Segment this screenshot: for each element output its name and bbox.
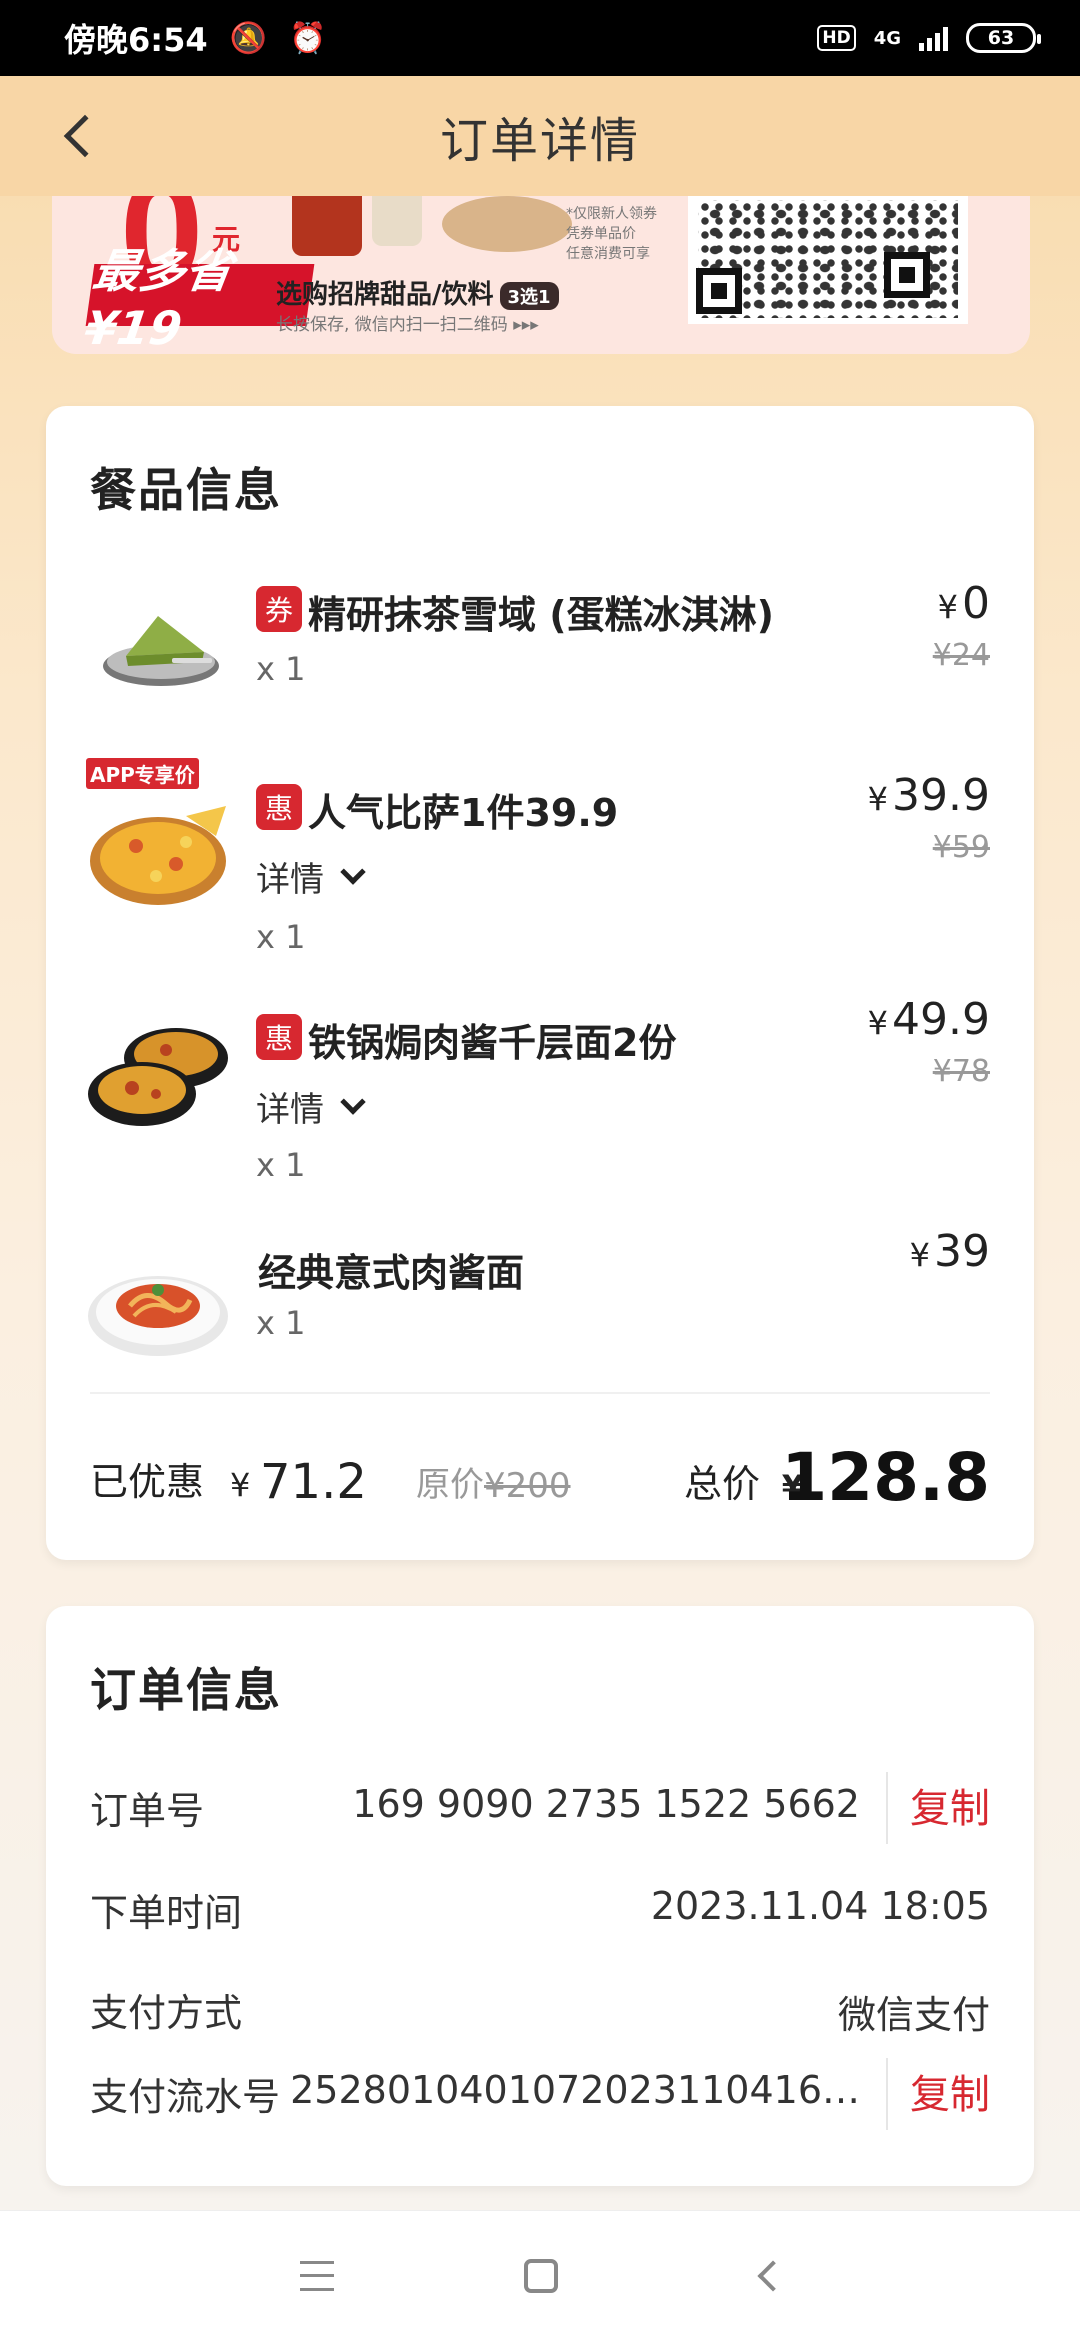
pasta-image: [88, 1276, 228, 1356]
app-exclusive-tag: APP专享价: [86, 758, 199, 789]
food-item-quantity: x 1: [256, 1146, 306, 1184]
promo-sub-text: 长按保存, 微信内扫一扫二维码 ▸▸▸: [276, 315, 539, 335]
matcha-cake-image: [103, 616, 219, 686]
battery-level: 63: [987, 27, 1015, 49]
divider: [90, 1392, 990, 1394]
food-item-price: ¥49.9: [867, 994, 990, 1045]
status-time: 傍晚6:54: [64, 21, 208, 59]
promo-dessert-image: [272, 196, 592, 268]
discount-label: 已优惠: [90, 1460, 205, 1504]
food-item-price: ¥39.9: [867, 770, 990, 821]
food-item[interactable]: 惠 铁锅焗肉酱千层面2份 详情 x 1 ¥49.9 ¥78: [46, 994, 1034, 1196]
chevron-down-icon: [340, 858, 366, 885]
back-arrow-icon: [63, 114, 107, 158]
detail-toggle[interactable]: 详情: [256, 1082, 366, 1131]
food-item-price: ¥39: [909, 1226, 990, 1277]
food-item: 券 精研抹茶雪域 (蛋糕冰淇淋) x 1 ¥0 ¥24: [46, 566, 1034, 716]
lasagna-image: [88, 1028, 228, 1126]
promo-banner[interactable]: 0 元 最多省¥19 选购招牌甜品/饮料 3选1 长按保存, 微信内扫一扫二维码 …: [52, 196, 1030, 354]
home-icon[interactable]: [524, 2259, 558, 2293]
page-title: 订单详情: [439, 113, 640, 169]
order-time-value: 2023.11.04 18:05: [650, 1884, 990, 1928]
promo-main-text: 选购招牌甜品/饮料 3选1: [276, 274, 559, 311]
order-number-value: 169 9090 2735 1522 5662: [352, 1782, 860, 1826]
promo-note: *仅限新人领券 凭券单品价 任意消费可享: [566, 206, 657, 262]
total-label: 总价: [683, 1462, 760, 1506]
food-item-original-price: ¥78: [932, 1054, 990, 1089]
back-button[interactable]: [56, 106, 116, 166]
order-time-row: 下单时间 2023.11.04 18:05: [90, 1874, 990, 1944]
discount-value: 71.2: [260, 1454, 367, 1510]
network-type: 4G: [873, 27, 901, 49]
order-time-label: 下单时间: [90, 1891, 243, 1935]
pay-serial-label: 支付流水号: [90, 2075, 281, 2119]
mute-icon: 🔕: [229, 20, 267, 56]
food-item-original-price: ¥59: [932, 830, 990, 865]
status-bar: 傍晚6:54 🔕 ⏰ HD 4G 63: [0, 0, 1080, 76]
copy-pay-serial-button[interactable]: 复制: [910, 2062, 990, 2120]
menu-icon[interactable]: [300, 2261, 334, 2291]
food-item-quantity: x 1: [256, 918, 306, 956]
original-total-label: 原价: [416, 1465, 484, 1505]
status-right: HD 4G 63: [817, 23, 1041, 53]
copy-order-number-button[interactable]: 复制: [910, 1776, 990, 1834]
order-section-title: 订单信息: [90, 1663, 282, 1717]
discount-badge: 惠: [256, 784, 302, 830]
food-item-name: 人气比萨1件39.9: [308, 791, 619, 835]
food-item-original-price: ¥24: [932, 638, 990, 673]
pizza-image: [90, 806, 226, 905]
total-value: 128.8: [781, 1439, 990, 1516]
order-number-label: 订单号: [90, 1789, 205, 1833]
app-header: 订单详情: [0, 76, 1080, 196]
coupon-badge: 券: [256, 586, 302, 632]
food-item[interactable]: APP专享价 惠 人气比萨1件39.9 详情 x 1 ¥39.9 ¥59: [46, 758, 1034, 966]
food-item-name: 铁锅焗肉酱千层面2份: [308, 1021, 677, 1065]
signal-icon: [919, 25, 948, 51]
discount-currency: ¥: [230, 1466, 251, 1504]
chevron-down-icon: [340, 1088, 366, 1115]
order-number-row: 订单号 169 9090 2735 1522 5662 复制: [90, 1772, 990, 1844]
divider: [886, 2058, 888, 2130]
promo-tag: 3选1: [499, 281, 559, 310]
battery-icon: 63: [966, 23, 1041, 53]
system-nav-bar: [0, 2210, 1080, 2340]
alarm-icon: ⏰: [288, 20, 327, 56]
food-item-name: 精研抹茶雪域 (蛋糕冰淇淋): [308, 593, 774, 637]
food-item-quantity: x 1: [256, 1304, 306, 1342]
food-info-card: 餐品信息 券 精研抹茶雪域 (蛋糕冰淇淋) x 1 ¥0 ¥24 APP专享价 …: [46, 406, 1034, 1560]
food-item-name: 经典意式肉酱面: [258, 1251, 525, 1295]
hd-icon: HD: [817, 25, 856, 51]
food-item-quantity: x 1: [256, 650, 306, 688]
pay-serial-row: 支付流水号 25280104010720231104​16… 复制: [90, 2058, 990, 2130]
detail-toggle[interactable]: 详情: [256, 852, 366, 901]
pay-method-label: 支付方式: [90, 1991, 243, 2035]
pay-serial-value: 25280104010720231104​16…: [290, 2068, 860, 2112]
food-section-title: 餐品信息: [90, 463, 282, 517]
food-item-price: ¥0: [937, 578, 990, 629]
price-summary: 已优惠 ¥ 71.2 原价 ¥200 总价 ¥ 128.8: [90, 1436, 990, 1516]
order-info-card: 订单信息 订单号 169 9090 2735 1522 5662 复制 下单时间…: [46, 1606, 1034, 2186]
food-item: 经典意式肉酱面 x 1 ¥39: [46, 1226, 1034, 1376]
qr-code-image[interactable]: [688, 196, 968, 324]
back-nav-icon[interactable]: [757, 2260, 789, 2292]
divider: [886, 1772, 888, 1844]
discount-badge: 惠: [256, 1014, 302, 1060]
original-total-value: ¥200: [484, 1466, 571, 1506]
pay-method-row: 支付方式 微信支付: [90, 1974, 990, 2044]
pay-method-value: 微信支付: [837, 1993, 990, 2037]
